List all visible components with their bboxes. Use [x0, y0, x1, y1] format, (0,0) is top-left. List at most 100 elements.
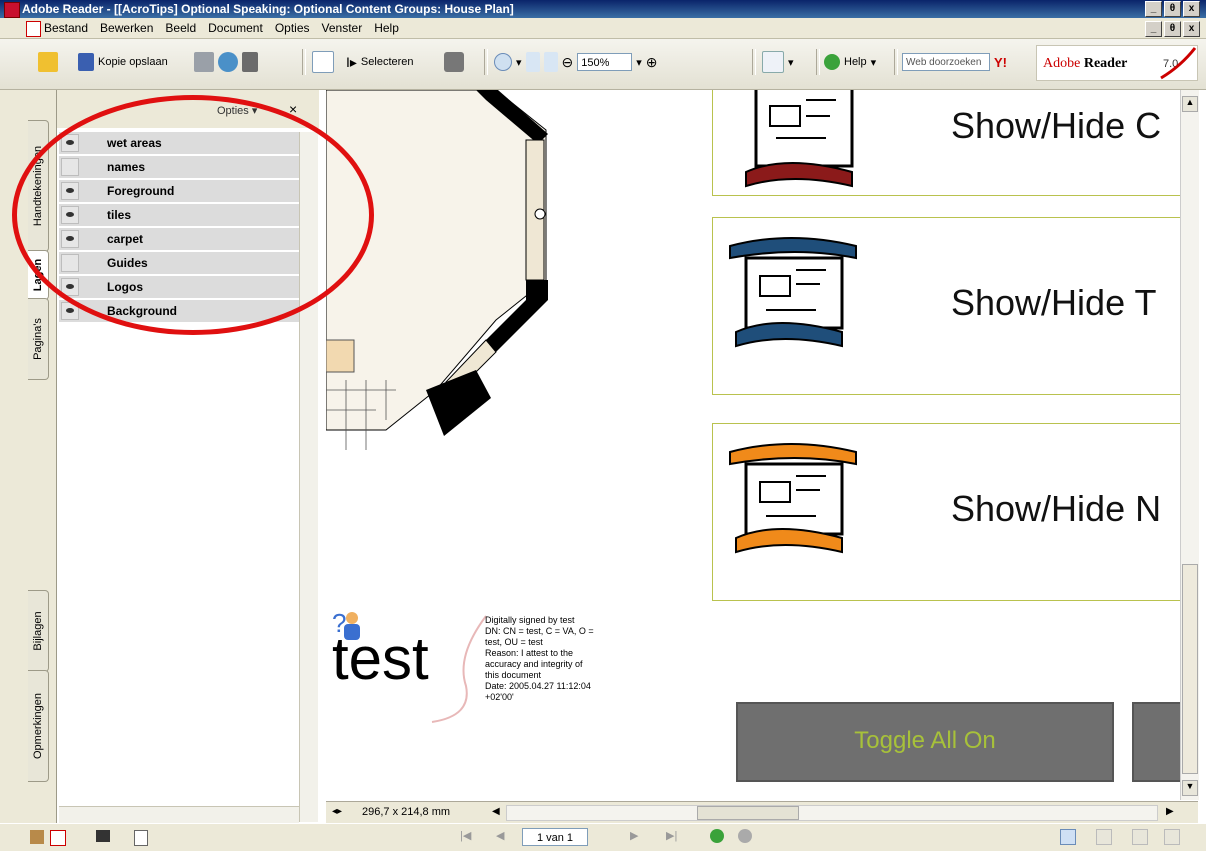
layer-name: Foreground: [107, 184, 175, 198]
visibility-eye-icon[interactable]: [61, 206, 79, 224]
adobe-reader-logo: Adobe Reader 7.0: [1036, 45, 1198, 81]
close-button[interactable]: x: [1183, 1, 1200, 17]
scroll-thumb[interactable]: [1182, 564, 1198, 774]
layer-name: carpet: [107, 232, 144, 246]
tab-signatures[interactable]: Handtekeningen: [28, 120, 49, 252]
document-icon[interactable]: [134, 830, 148, 846]
menu-help[interactable]: Help: [374, 21, 399, 35]
zoom-out-icon[interactable]: ⊖: [562, 54, 574, 71]
snapshot-camera-icon[interactable]: [444, 52, 464, 72]
doc-close-button[interactable]: x: [1183, 21, 1200, 37]
layer-row[interactable]: Foreground: [59, 180, 299, 203]
page-size-icon[interactable]: ◂▸: [332, 806, 342, 817]
select-tool-button[interactable]: I▸ Selecteren: [346, 49, 414, 75]
layer-row[interactable]: Logos: [59, 276, 299, 299]
web-search-input[interactable]: Web doorzoeken: [902, 53, 990, 71]
menu-venster[interactable]: Venster: [322, 21, 363, 35]
tab-comments[interactable]: Opmerkingen: [28, 670, 49, 782]
scroll-down-icon[interactable]: ▼: [1182, 780, 1198, 796]
tab-layers[interactable]: Lagen: [28, 250, 49, 300]
single-page-icon[interactable]: [1060, 829, 1076, 845]
menu-document[interactable]: Document: [208, 21, 263, 35]
zoom-level-input[interactable]: 150%: [577, 53, 633, 71]
visibility-eye-icon[interactable]: [61, 278, 79, 296]
visibility-eye-icon[interactable]: [61, 158, 79, 176]
options-menu[interactable]: Opties ▾: [217, 104, 257, 117]
zoom-level-dropdown-icon[interactable]: ▾: [636, 56, 642, 69]
continuous-facing-icon[interactable]: [1164, 829, 1180, 845]
document-vertical-scrollbar[interactable]: ▲ ▼: [1180, 90, 1199, 800]
gift-icon[interactable]: [30, 830, 44, 844]
text-cursor-icon: I▸: [346, 53, 357, 70]
email-icon[interactable]: [218, 52, 238, 72]
minimize-button[interactable]: _: [1145, 1, 1162, 17]
binoculars-icon[interactable]: [242, 52, 258, 72]
tab-attachments[interactable]: Bijlagen: [28, 590, 49, 672]
show-hide-label-1: Show/Hide C: [951, 105, 1162, 146]
print-icon[interactable]: [194, 52, 214, 72]
go-forward-icon[interactable]: [738, 829, 752, 843]
layer-row[interactable]: Background: [59, 300, 299, 323]
next-page-icon[interactable]: ▶: [630, 829, 638, 842]
layers-hscrollbar[interactable]: [59, 806, 299, 823]
layer-row[interactable]: names: [59, 156, 299, 179]
zoom-in-icon[interactable]: [494, 53, 512, 71]
menu-bewerken[interactable]: Bewerken: [100, 21, 153, 35]
maximize-button[interactable]: θ: [1164, 1, 1181, 17]
pen-icon[interactable]: [50, 830, 66, 846]
hscroll-left-icon[interactable]: ◀: [492, 806, 500, 817]
fit-page-icon[interactable]: [525, 52, 540, 72]
layer-row[interactable]: Guides: [59, 252, 299, 275]
toggle-all-on-button[interactable]: Toggle All On: [736, 702, 1114, 782]
last-page-icon[interactable]: ▶|: [666, 829, 677, 842]
fit-width-icon[interactable]: [543, 52, 558, 72]
document-view[interactable]: Show/Hide C Show/Hide T Show/Hide N ? te…: [326, 90, 1180, 800]
layers-scrollbar[interactable]: [299, 132, 318, 822]
help-icon: [824, 54, 840, 70]
help-label: Help: [844, 56, 867, 68]
brand-product: Reader: [1083, 56, 1128, 71]
previous-page-icon[interactable]: ◀: [496, 829, 504, 842]
layer-row[interactable]: carpet: [59, 228, 299, 251]
save-copy-button[interactable]: Kopie opslaan: [78, 49, 168, 75]
pdf-document-icon[interactable]: [26, 21, 41, 37]
save-copy-label: Kopie opslaan: [98, 56, 168, 68]
close-panel-icon[interactable]: ×: [289, 101, 297, 117]
blueprint-scroll-icon: [729, 237, 857, 348]
visibility-eye-icon[interactable]: [61, 134, 79, 152]
facing-icon[interactable]: [1132, 829, 1148, 845]
menu-bestand[interactable]: Bestand: [44, 21, 88, 35]
zoom-plus-icon[interactable]: ⊕: [646, 54, 658, 71]
yahoo-icon[interactable]: Y!: [994, 55, 1007, 70]
tab-pages[interactable]: Pagina's: [28, 298, 49, 380]
scroll-up-icon[interactable]: ▲: [1182, 96, 1198, 112]
document-horizontal-scrollbar[interactable]: [506, 805, 1158, 821]
zoom-dropdown-arrow-icon[interactable]: ▾: [516, 56, 522, 69]
page-layout-dropdown-icon[interactable]: ▾: [788, 56, 794, 69]
layer-row[interactable]: tiles: [59, 204, 299, 227]
hand-tool-icon[interactable]: [312, 51, 334, 73]
go-back-icon[interactable]: [710, 829, 724, 843]
doc-maximize-button[interactable]: θ: [1164, 21, 1181, 37]
continuous-icon[interactable]: [1096, 829, 1112, 845]
open-folder-icon[interactable]: [38, 52, 58, 72]
hscroll-thumb[interactable]: [697, 806, 799, 820]
visibility-eye-icon[interactable]: [61, 230, 79, 248]
hscroll-right-icon[interactable]: ▶: [1166, 806, 1174, 817]
first-page-icon[interactable]: |◀: [460, 829, 471, 842]
visibility-eye-icon[interactable]: [61, 254, 79, 272]
help-button[interactable]: Help ▾: [824, 49, 876, 75]
floppy-disk-icon: [78, 53, 94, 71]
layer-row[interactable]: wet areas: [59, 132, 299, 155]
doc-minimize-button[interactable]: _: [1145, 21, 1162, 37]
adobe-swoosh-icon: [1160, 47, 1197, 80]
page-layout-icon[interactable]: [762, 51, 784, 73]
menu-beeld[interactable]: Beeld: [165, 21, 196, 35]
toggle-button-partial[interactable]: [1132, 702, 1180, 782]
window-title: Adobe Reader - [[AcroTips] Optional Spea…: [22, 2, 514, 16]
page-number-input[interactable]: 1 van 1: [522, 828, 588, 846]
visibility-eye-icon[interactable]: [61, 302, 79, 320]
visibility-eye-icon[interactable]: [61, 182, 79, 200]
menu-opties[interactable]: Opties: [275, 21, 310, 35]
screen-icon[interactable]: [96, 830, 110, 842]
